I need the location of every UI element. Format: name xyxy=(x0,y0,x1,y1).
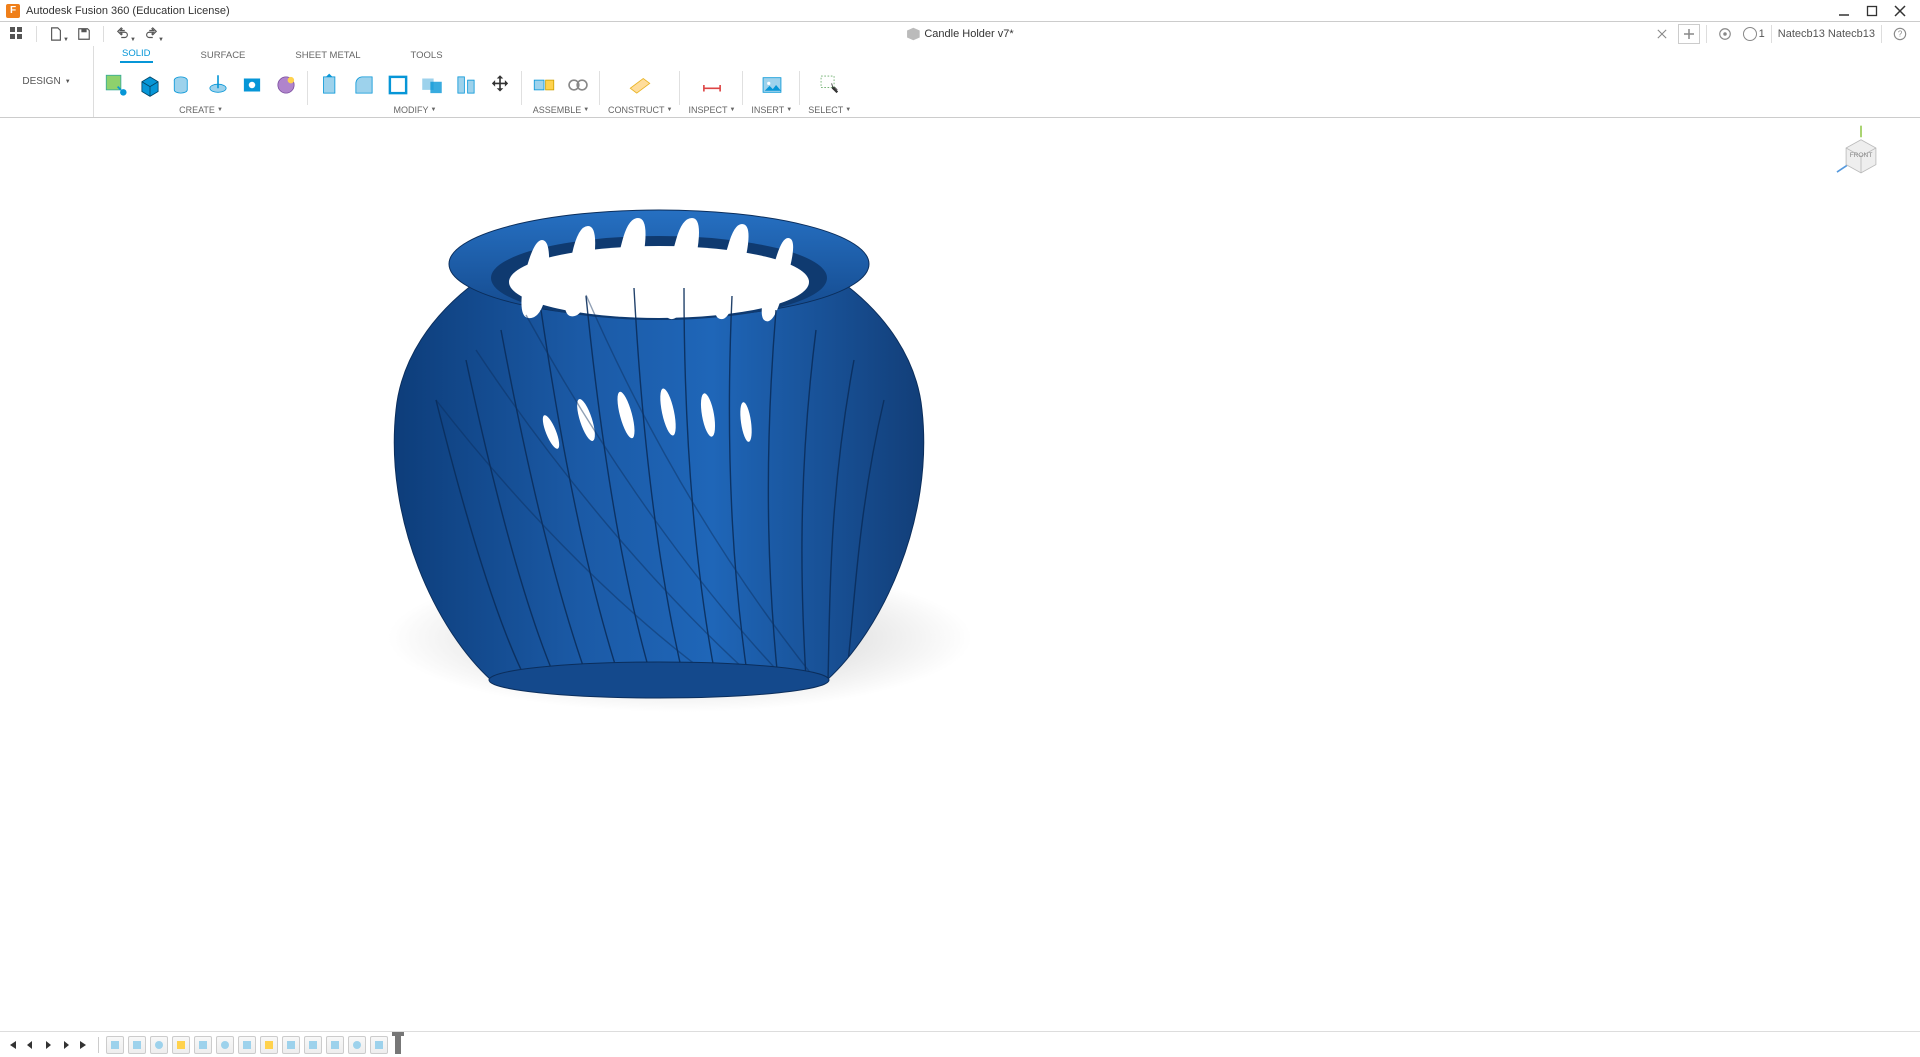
revolve-icon[interactable] xyxy=(204,71,232,99)
sketch-icon[interactable] xyxy=(102,71,130,99)
ribbon-tabs: SOLID SURFACE SHEET METAL TOOLS xyxy=(94,46,1920,63)
save-button[interactable] xyxy=(73,24,95,44)
group-create: CREATE▼ xyxy=(94,63,308,119)
group-label: CONSTRUCT xyxy=(608,105,665,115)
close-window-button[interactable] xyxy=(1886,1,1914,21)
tab-solid[interactable]: SOLID xyxy=(120,46,153,63)
group-construct: CONSTRUCT▼ xyxy=(600,63,680,119)
viewport-3d[interactable]: FRONT xyxy=(0,118,1920,1031)
timeline-feature[interactable] xyxy=(106,1036,124,1054)
timeline-feature[interactable] xyxy=(326,1036,344,1054)
help-button[interactable]: ? xyxy=(1888,24,1912,44)
timeline-end-button[interactable] xyxy=(76,1037,92,1053)
timeline-feature[interactable] xyxy=(348,1036,366,1054)
view-cube[interactable]: FRONT xyxy=(1832,124,1890,182)
clock-icon xyxy=(1743,27,1757,41)
user-account[interactable]: Natecb13 Natecb13 xyxy=(1778,28,1875,40)
timeline-feature[interactable] xyxy=(150,1036,168,1054)
viewcube-face-label: FRONT xyxy=(1850,152,1873,159)
timeline-feature[interactable] xyxy=(282,1036,300,1054)
maximize-button[interactable] xyxy=(1858,1,1886,21)
notification-count: 1 xyxy=(1759,28,1765,40)
group-label: MODIFY xyxy=(394,105,429,115)
select-icon[interactable] xyxy=(816,71,844,99)
press-pull-icon[interactable] xyxy=(316,71,344,99)
group-assemble: ASSEMBLE▼ xyxy=(522,63,600,119)
timeline-feature[interactable] xyxy=(194,1036,212,1054)
quick-access-toolbar: ▼ ▼ ▼ Candle Holder v7* 1 xyxy=(0,22,1920,46)
workspace-label: DESIGN xyxy=(22,76,60,87)
timeline-feature[interactable] xyxy=(304,1036,322,1054)
hole-icon[interactable] xyxy=(238,71,266,99)
measure-icon[interactable] xyxy=(698,71,726,99)
plane-icon[interactable] xyxy=(626,71,654,99)
timeline-play-button[interactable] xyxy=(40,1037,56,1053)
window-title: Autodesk Fusion 360 (Education License) xyxy=(26,5,1830,17)
extrude-icon[interactable] xyxy=(170,71,198,99)
group-label: ASSEMBLE xyxy=(533,105,582,115)
timeline-feature[interactable] xyxy=(128,1036,146,1054)
move-icon[interactable] xyxy=(486,71,514,99)
svg-text:?: ? xyxy=(1898,30,1903,39)
timeline-step-back-button[interactable] xyxy=(22,1037,38,1053)
document-title: Candle Holder v7* xyxy=(924,28,1013,40)
separator xyxy=(103,26,104,42)
timeline-feature[interactable] xyxy=(260,1036,278,1054)
new-component-icon[interactable] xyxy=(530,71,558,99)
tab-sheet-metal[interactable]: SHEET METAL xyxy=(293,48,362,63)
group-insert: INSERT▼ xyxy=(743,63,800,119)
ribbon-toolbar: DESIGN▼ SOLID SURFACE SHEET METAL TOOLS … xyxy=(0,46,1920,118)
window-title-bar: F Autodesk Fusion 360 (Education License… xyxy=(0,0,1920,22)
tab-surface[interactable]: SURFACE xyxy=(199,48,248,63)
timeline-step-forward-button[interactable] xyxy=(58,1037,74,1053)
timeline-feature[interactable] xyxy=(216,1036,234,1054)
new-design-button[interactable] xyxy=(1678,24,1700,44)
box-icon[interactable] xyxy=(136,71,164,99)
candle-holder-model[interactable] xyxy=(376,200,942,700)
document-icon xyxy=(906,27,920,41)
insert-image-icon[interactable] xyxy=(758,71,786,99)
separator xyxy=(98,1037,99,1053)
separator xyxy=(1881,25,1882,43)
timeline-feature[interactable] xyxy=(238,1036,256,1054)
timeline-feature[interactable] xyxy=(370,1036,388,1054)
combine-icon[interactable] xyxy=(418,71,446,99)
joint-icon[interactable] xyxy=(564,71,592,99)
app-logo-icon: F xyxy=(6,4,20,18)
timeline-start-button[interactable] xyxy=(4,1037,20,1053)
workspace-switcher[interactable]: DESIGN▼ xyxy=(0,46,94,117)
file-menu-button[interactable]: ▼ xyxy=(45,24,67,44)
shell-icon[interactable] xyxy=(384,71,412,99)
redo-button[interactable]: ▼ xyxy=(140,24,162,44)
minimize-button[interactable] xyxy=(1830,1,1858,21)
separator xyxy=(1771,25,1772,43)
notifications-button[interactable]: 1 xyxy=(1743,27,1765,41)
close-document-button[interactable] xyxy=(1652,24,1672,44)
group-modify: MODIFY▼ xyxy=(308,63,522,119)
undo-button[interactable]: ▼ xyxy=(112,24,134,44)
form-icon[interactable] xyxy=(272,71,300,99)
separator xyxy=(36,26,37,42)
group-label: SELECT xyxy=(808,105,843,115)
timeline-marker[interactable] xyxy=(395,1036,401,1054)
data-panel-button[interactable] xyxy=(6,24,28,44)
group-select: SELECT▼ xyxy=(800,63,859,119)
timeline-bar xyxy=(0,1031,1920,1057)
group-inspect: INSPECT▼ xyxy=(680,63,743,119)
fillet-icon[interactable] xyxy=(350,71,378,99)
timeline-feature[interactable] xyxy=(172,1036,190,1054)
group-label: INSPECT xyxy=(688,105,727,115)
group-label: INSERT xyxy=(751,105,784,115)
document-tab[interactable]: Candle Holder v7* xyxy=(906,27,1013,41)
extensions-button[interactable] xyxy=(1713,24,1737,44)
tab-tools[interactable]: TOOLS xyxy=(409,48,445,63)
group-label: CREATE xyxy=(179,105,215,115)
align-icon[interactable] xyxy=(452,71,480,99)
separator xyxy=(1706,25,1707,43)
